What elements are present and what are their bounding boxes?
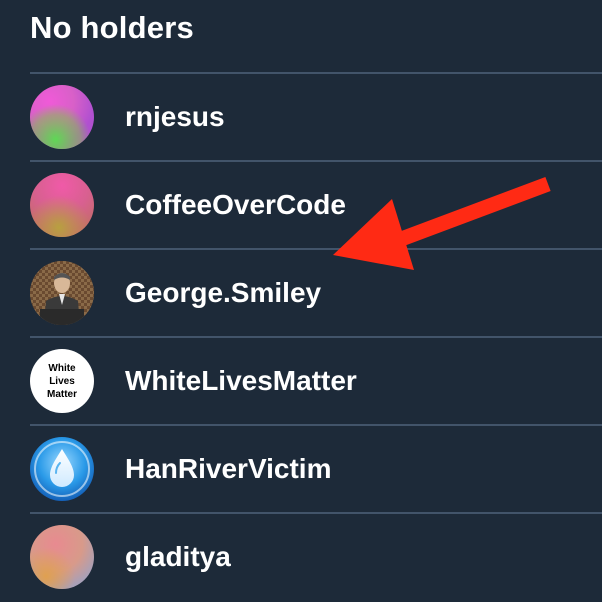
holder-name[interactable]: CoffeeOverCode xyxy=(125,185,346,225)
avatar-text-line: Matter xyxy=(46,388,77,400)
holder-name[interactable]: rnjesus xyxy=(125,97,225,137)
avatar[interactable] xyxy=(30,173,94,237)
text-avatar-icon: White Lives Matter xyxy=(30,349,94,413)
holder-row-gladitya[interactable]: gladitya xyxy=(30,512,602,600)
holders-list: rnjesus CoffeeOverCode George.Smiley Whi… xyxy=(30,72,602,600)
avatar[interactable]: White Lives Matter xyxy=(30,349,94,413)
avatar[interactable] xyxy=(30,85,94,149)
avatar[interactable] xyxy=(30,525,94,589)
gradient-avatar-icon xyxy=(30,173,94,237)
avatar-text-line: White xyxy=(48,362,76,374)
holder-name[interactable]: WhiteLivesMatter xyxy=(125,361,357,401)
avatar-text-line: Lives xyxy=(49,375,75,387)
water-drop-icon xyxy=(30,437,94,501)
holder-row-george-smiley[interactable]: George.Smiley xyxy=(30,248,602,336)
avatar[interactable] xyxy=(30,437,94,501)
holders-panel: No holders rnjesus CoffeeOverCode George… xyxy=(0,0,602,602)
holder-name[interactable]: George.Smiley xyxy=(125,273,321,313)
holder-row-hanrivervictim[interactable]: HanRiverVictim xyxy=(30,424,602,512)
holder-name[interactable]: gladitya xyxy=(125,537,231,577)
holder-name[interactable]: HanRiverVictim xyxy=(125,449,331,489)
holder-row-coffeeovercode[interactable]: CoffeeOverCode xyxy=(30,160,602,248)
gradient-avatar-icon xyxy=(30,525,94,589)
gradient-avatar-icon xyxy=(30,85,94,149)
avatar[interactable] xyxy=(30,261,94,325)
holder-row-rnjesus[interactable]: rnjesus xyxy=(30,72,602,160)
page-title: No holders xyxy=(30,10,194,45)
holder-row-whitelivesmatter[interactable]: White Lives Matter WhiteLivesMatter xyxy=(30,336,602,424)
photo-avatar-man-icon xyxy=(30,261,94,325)
